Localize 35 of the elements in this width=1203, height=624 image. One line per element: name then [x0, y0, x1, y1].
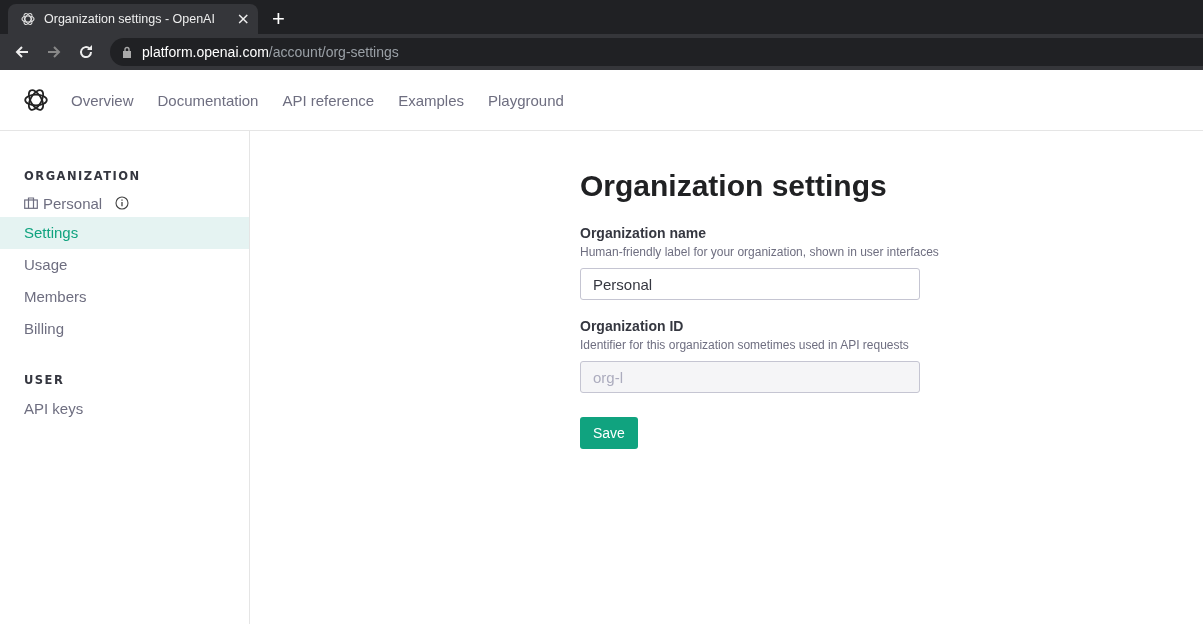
- field-description: Identifier for this organization sometimes used in API requests: [580, 338, 909, 352]
- nav-link[interactable]: Playground: [488, 91, 564, 109]
- nav-link[interactable]: Overview: [71, 91, 134, 109]
- address-bar[interactable]: platform.openai.com/account/org-settings: [110, 38, 1203, 66]
- logo-icon: [20, 11, 36, 27]
- section-heading: ORGANIZATION: [23, 169, 142, 183]
- info-icon[interactable]: [115, 196, 130, 210]
- lock-icon: [122, 46, 132, 58]
- nav-link[interactable]: Documentation: [157, 91, 259, 109]
- briefcase-icon: [24, 197, 38, 209]
- sidebar-item[interactable]: Members: [0, 281, 249, 313]
- field-label: Organization name: [580, 225, 708, 241]
- organization-name[interactable]: Personal: [43, 194, 103, 212]
- section-heading: USER: [23, 373, 66, 387]
- sidebar-item[interactable]: Usage: [0, 249, 249, 281]
- close-tab-button[interactable]: ×: [236, 11, 250, 27]
- url-domain: platform.openai.com: [142, 44, 269, 60]
- tab-title: Organization settings - OpenAI: [44, 12, 216, 26]
- field-label: Organization ID: [580, 318, 685, 334]
- field-description: Human-friendly label for your organization, shown in user interfaces: [580, 245, 939, 259]
- sidebar-item[interactable]: API keys: [0, 393, 249, 425]
- sidebar-item[interactable]: Settings: [0, 217, 249, 249]
- browser-tab[interactable]: Organization settings - OpenAI ×: [8, 4, 258, 34]
- forward-arrow-icon[interactable]: [46, 44, 62, 60]
- page-title: Organization settings: [580, 169, 888, 203]
- sidebar-item[interactable]: Billing: [0, 313, 249, 345]
- nav-link[interactable]: Examples: [398, 91, 464, 109]
- input-field[interactable]: Personal: [580, 268, 920, 300]
- url-path: /account/org-settings: [268, 44, 399, 60]
- reload-icon[interactable]: [78, 44, 94, 60]
- nav-link[interactable]: API reference: [282, 91, 375, 109]
- logo-icon[interactable]: [23, 87, 49, 113]
- new-tab-button[interactable]: +: [272, 4, 285, 34]
- back-arrow-icon[interactable]: [14, 44, 30, 60]
- save-button[interactable]: Save: [580, 417, 638, 449]
